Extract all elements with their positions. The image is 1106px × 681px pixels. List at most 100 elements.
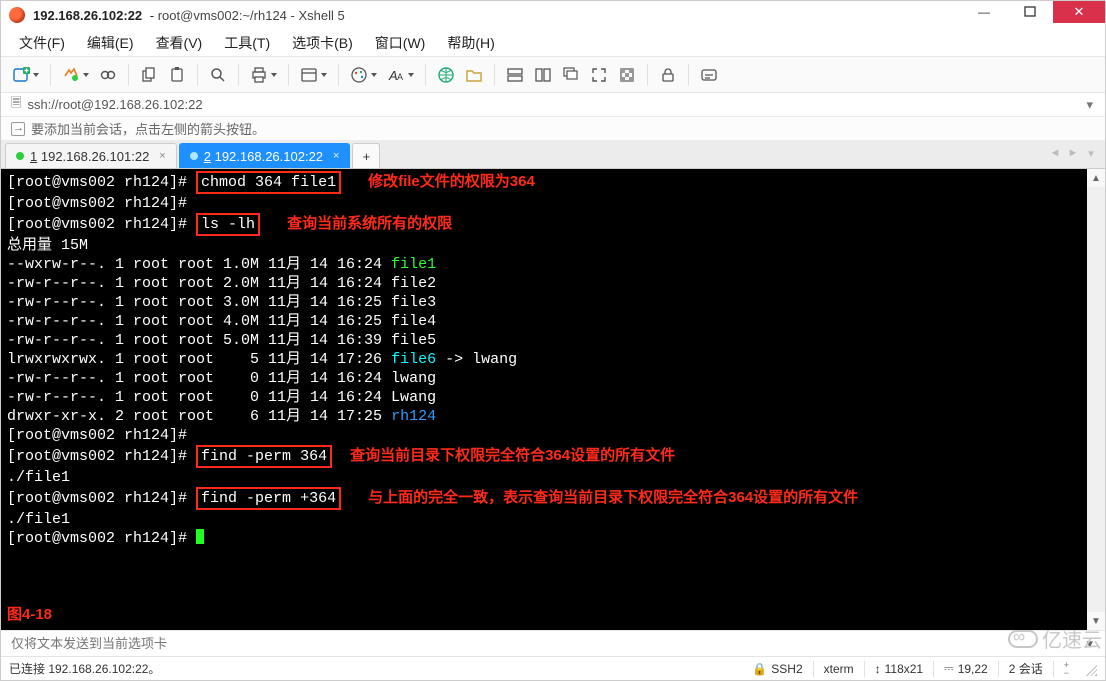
reconnect-icon <box>62 66 80 84</box>
terminal-line: -rw-r--r--. 1 root root 5.0M 11月 14 16:3… <box>7 332 436 349</box>
window-buttons: — ✕ <box>961 1 1105 23</box>
find-button[interactable] <box>206 63 230 87</box>
color-scheme-button[interactable] <box>347 63 380 87</box>
new-session-icon <box>12 66 30 84</box>
tile-horizontal-button[interactable] <box>503 63 527 87</box>
disconnect-button[interactable] <box>96 63 120 87</box>
window-title-host: 192.168.26.102:22 <box>33 8 142 23</box>
tabs-menu-button[interactable]: ▾ <box>1083 145 1099 161</box>
status-dot-icon <box>190 152 198 160</box>
figure-label: 图4-18 <box>7 606 52 623</box>
lock-icon: 🔒 <box>752 662 767 676</box>
tabs-scroll-right[interactable]: ► <box>1065 145 1081 161</box>
terminal-line: --wxrw-r--. 1 root root 1.0M 11月 14 16:2… <box>7 256 391 273</box>
terminal-line: -rw-r--r--. 1 root root 0 11月 14 16:24 l… <box>7 370 436 387</box>
menu-tools[interactable]: 工具(T) <box>214 29 280 57</box>
fullscreen-button[interactable] <box>587 63 611 87</box>
fullscreen-icon <box>590 66 608 84</box>
svg-text:A: A <box>397 72 403 82</box>
status-bar: 已连接 192.168.26.102:22。 🔒SSH2 xterm ↕118x… <box>1 656 1105 680</box>
address-dropdown-icon[interactable]: ▾ <box>1078 97 1101 113</box>
reconnect-button[interactable] <box>59 63 92 87</box>
properties-button[interactable] <box>297 63 330 87</box>
hint-bar: 要添加当前会话，点击左侧的箭头按钮。 <box>1 117 1105 141</box>
search-icon <box>209 66 227 84</box>
compose-input[interactable] <box>7 634 1080 653</box>
scroll-down-icon[interactable]: ▼ <box>1087 612 1105 630</box>
print-button[interactable] <box>247 63 280 87</box>
copy-button[interactable] <box>137 63 161 87</box>
menu-file[interactable]: 文件(F) <box>9 29 75 57</box>
terminal-cursor <box>196 529 204 544</box>
address-url[interactable]: ssh://root@192.168.26.102:22 <box>27 97 202 112</box>
status-sessions: 2 会话 <box>999 660 1053 677</box>
transparent-button[interactable] <box>615 63 639 87</box>
annotation-find2: 与上面的完全一致，表示查询当前目录下权限完全符合364设置的所有文件 <box>368 489 858 506</box>
compose-bar-icon <box>700 66 718 84</box>
resize-grip-icon[interactable] <box>1083 662 1097 676</box>
compose-target-dropdown[interactable]: ▾ <box>1080 636 1099 652</box>
status-dot-icon <box>16 152 24 160</box>
font-icon: AA <box>387 66 405 84</box>
tile-cascade-button[interactable] <box>559 63 583 87</box>
new-session-button[interactable] <box>9 63 42 87</box>
printer-icon <box>250 66 268 84</box>
terminal-line: -rw-r--r--. 1 root root 3.0M 11月 14 16:2… <box>7 294 436 311</box>
tile-vertical-icon <box>534 66 552 84</box>
palette-icon <box>350 66 368 84</box>
hint-arrow-icon[interactable] <box>11 122 25 136</box>
highlight-cmd-chmod: chmod 364 file1 <box>196 171 341 194</box>
tab-close-button[interactable]: × <box>159 150 165 162</box>
file-exec: file1 <box>391 256 436 273</box>
menubar: 文件(F) 编辑(E) 查看(V) 工具(T) 选项卡(B) 窗口(W) 帮助(… <box>1 29 1105 57</box>
tile-cascade-icon <box>562 66 580 84</box>
maximize-icon <box>1021 3 1039 21</box>
menu-tabs[interactable]: 选项卡(B) <box>282 29 363 57</box>
new-file-transfer-button[interactable] <box>462 63 486 87</box>
status-caps[interactable]: +− <box>1054 661 1079 677</box>
terminal-line: -rw-r--r--. 1 root root 2.0M 11月 14 16:2… <box>7 275 436 292</box>
paste-button[interactable] <box>165 63 189 87</box>
annotation-ls: 查询当前系统所有的权限 <box>287 215 452 232</box>
tab-close-button[interactable]: × <box>333 150 339 162</box>
minimize-button[interactable]: — <box>961 1 1007 23</box>
tile-vertical-button[interactable] <box>531 63 555 87</box>
menu-edit[interactable]: 编辑(E) <box>77 29 144 57</box>
file-dir: rh124 <box>391 408 436 425</box>
terminal[interactable]: [root@vms002 rh124]# chmod 364 file1 修改f… <box>1 169 1105 627</box>
lock-button[interactable] <box>656 63 680 87</box>
tab-session-1[interactable]: 1 192.168.26.101:22 × <box>5 143 177 168</box>
address-bar: 🗏 ssh://root@192.168.26.102:22 ▾ <box>1 93 1105 117</box>
disconnect-icon <box>99 66 117 84</box>
window-title-rest: root@vms002:~/rh124 - Xshell 5 <box>158 8 345 23</box>
font-button[interactable]: AA <box>384 63 417 87</box>
annotation-chmod: 修改file文件的权限为364 <box>368 173 535 190</box>
menu-help[interactable]: 帮助(H) <box>437 29 504 57</box>
annotation-find1: 查询当前目录下权限完全符合364设置的所有文件 <box>350 447 675 464</box>
xftp-button[interactable] <box>434 63 458 87</box>
plus-icon: + <box>363 149 371 164</box>
terminal-scrollbar[interactable]: ▲ ▼ <box>1087 169 1105 630</box>
menu-window[interactable]: 窗口(W) <box>365 29 436 57</box>
compose-bar-button[interactable] <box>697 63 721 87</box>
terminal-line: drwxr-xr-x. 2 root root 6 11月 14 17:25 <box>7 408 391 425</box>
titlebar: 192.168.26.102:22 - root@vms002:~/rh124 … <box>1 1 1105 29</box>
close-button[interactable]: ✕ <box>1053 1 1105 23</box>
scroll-up-icon[interactable]: ▲ <box>1087 169 1105 187</box>
highlight-cmd-find2: find -perm +364 <box>196 487 341 510</box>
status-termtype: xterm <box>814 662 864 676</box>
copy-icon <box>140 66 158 84</box>
status-cursorpos: ⎓19,22 <box>934 661 998 676</box>
terminal-wrap: [root@vms002 rh124]# chmod 364 file1 修改f… <box>1 169 1105 630</box>
app-window: 192.168.26.102:22 - root@vms002:~/rh124 … <box>0 0 1106 681</box>
tabs-scroll-left[interactable]: ◄ <box>1047 145 1063 161</box>
maximize-button[interactable] <box>1007 1 1053 23</box>
updown-icon: ↕ <box>875 662 881 676</box>
status-connection: 已连接 192.168.26.102:22。 <box>9 660 742 677</box>
tab-session-2[interactable]: 2 192.168.26.102:22 × <box>179 143 351 168</box>
menu-view[interactable]: 查看(V) <box>146 29 213 57</box>
tab-add-button[interactable]: + <box>352 143 380 168</box>
terminal-line: -rw-r--r--. 1 root root 0 11月 14 16:24 L… <box>7 389 436 406</box>
terminal-line: 总用量 15M <box>7 237 88 254</box>
terminal-line: ./file1 <box>7 469 70 486</box>
